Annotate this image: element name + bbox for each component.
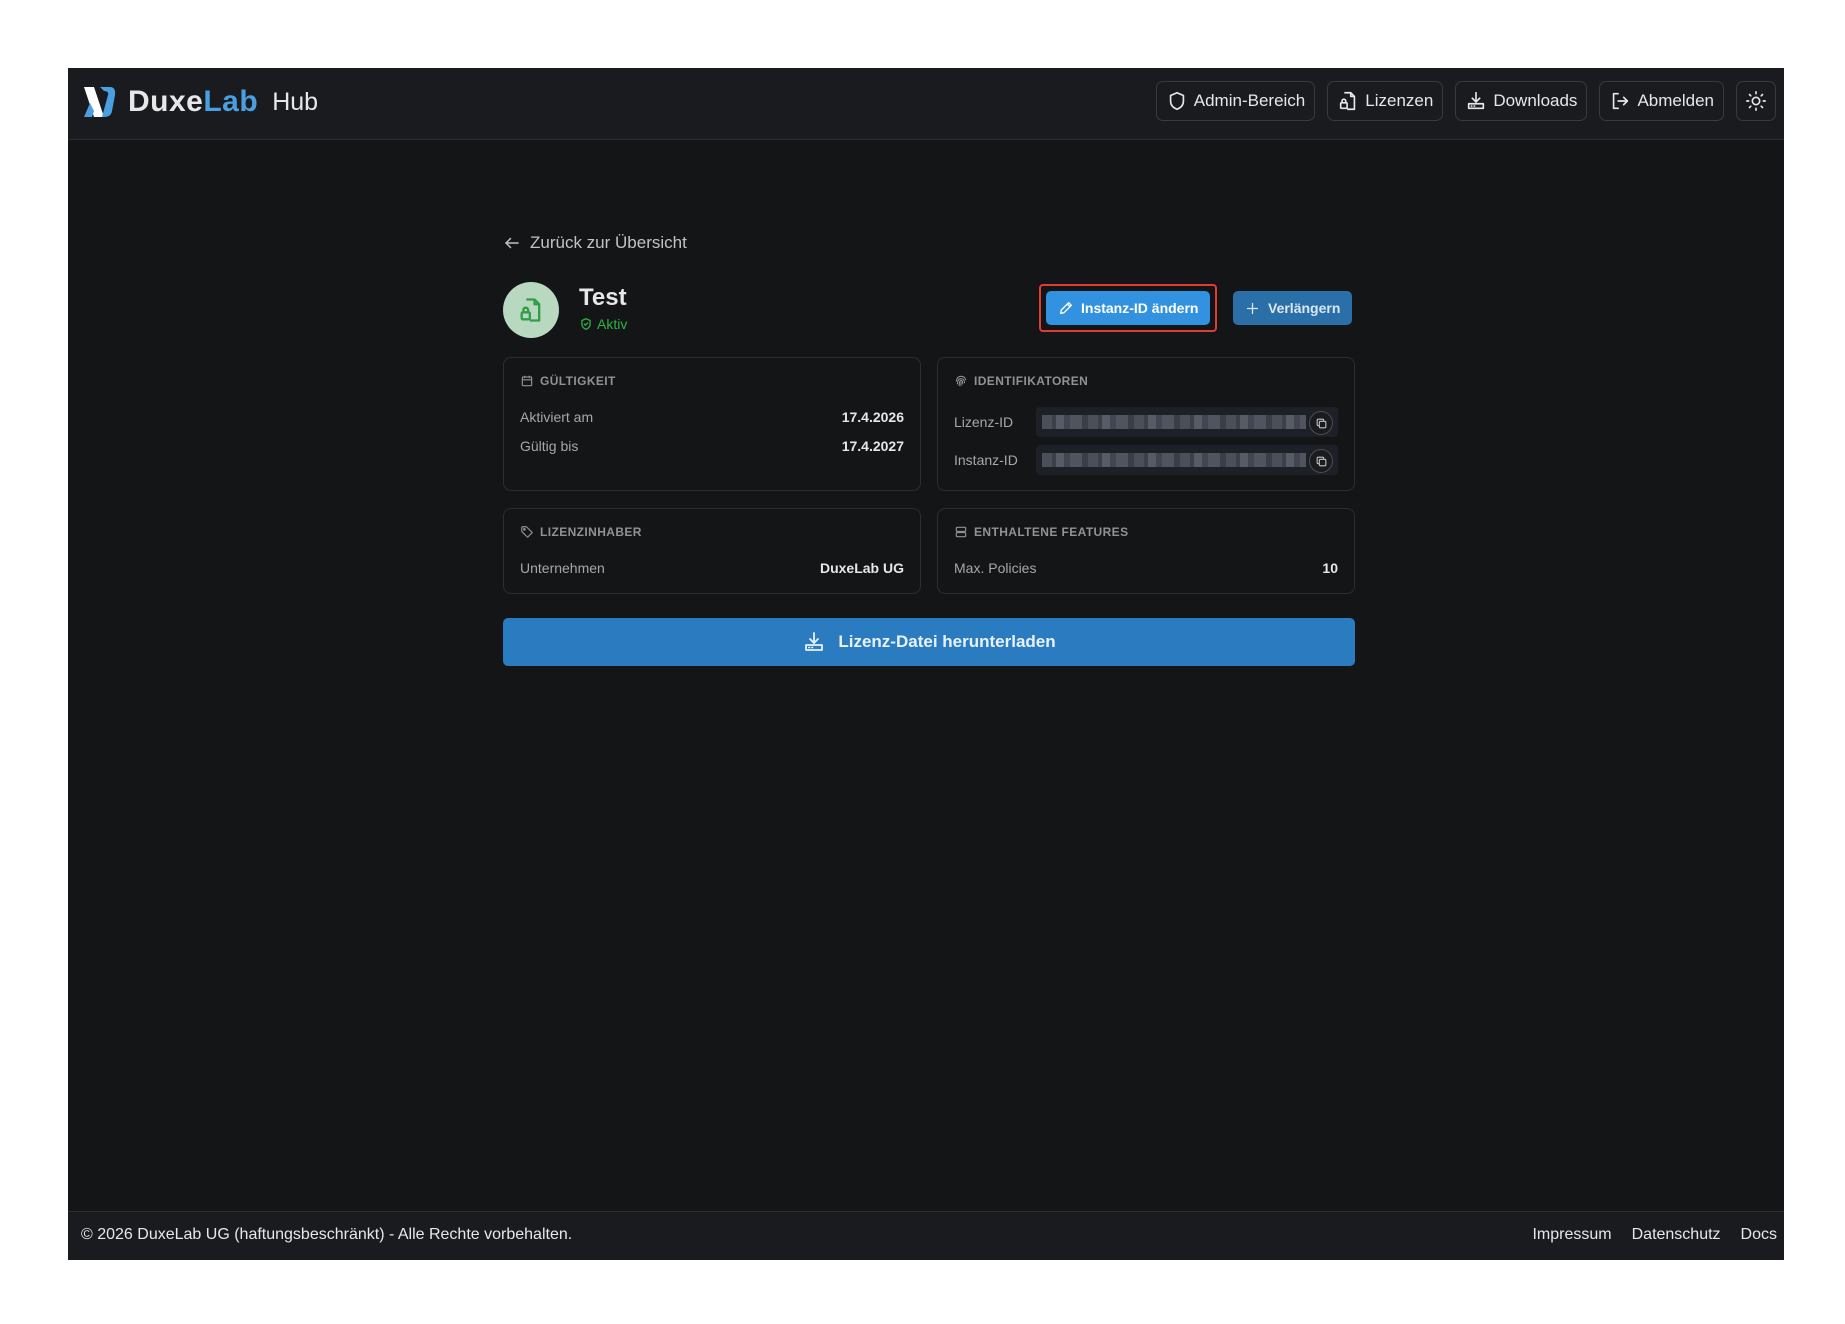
fingerprint-icon	[955, 375, 967, 387]
sun-icon	[1746, 91, 1766, 111]
admin-area-button[interactable]: Admin-Bereich	[1155, 81, 1316, 121]
brand[interactable]: DuxeLab Hub	[80, 82, 318, 122]
arrow-left-icon	[505, 237, 519, 249]
impressum-link[interactable]: Impressum	[1532, 1226, 1611, 1244]
activated-label: Aktiviert am	[520, 409, 594, 425]
logout-icon	[1613, 92, 1629, 110]
header-nav: Admin-Bereich Lizenzen Downloads Abmelde…	[1155, 81, 1776, 121]
license-avatar	[503, 282, 559, 338]
status-label: Aktiv	[597, 316, 628, 332]
calendar-icon	[521, 375, 533, 387]
license-id-field[interactable]	[1036, 407, 1338, 437]
downloads-label: Downloads	[1493, 91, 1578, 110]
downloads-button[interactable]: Downloads	[1455, 81, 1588, 121]
copy-icon	[1316, 456, 1326, 466]
duxelab-logo-icon	[84, 87, 116, 117]
brand-name: DuxeLab	[128, 85, 259, 118]
tag-icon	[521, 526, 533, 538]
change-instance-id-button[interactable]: Instanz-ID ändern	[1046, 291, 1211, 325]
copy-instance-id-button[interactable]	[1309, 449, 1333, 473]
license-file-icon	[520, 298, 541, 322]
activated-value: 17.4.2026	[841, 409, 904, 425]
plus-icon	[1246, 302, 1259, 314]
license-file-icon	[1340, 91, 1356, 111]
copy-license-id-button[interactable]	[1309, 411, 1333, 435]
identifiers-heading: Identifikatoren	[954, 374, 1088, 388]
license-header: Test Aktiv Instanz-ID ändern Verlängern	[503, 282, 1355, 340]
license-title: Test	[579, 284, 627, 311]
download-license-file-label: Lizenz-Datei herunterladen	[838, 632, 1056, 651]
download-license-file-button[interactable]: Lizenz-Datei herunterladen	[503, 618, 1355, 666]
valid-until-row: Gültig bis 17.4.2027	[520, 438, 904, 454]
license-id-row: Lizenz-ID	[954, 407, 1338, 437]
identifiers-card: Identifikatoren Lizenz-ID Instanz-ID	[937, 357, 1355, 491]
features-heading: Enthaltene Features	[954, 525, 1129, 539]
download-tray-icon	[1468, 91, 1485, 110]
licenses-label: Lizenzen	[1365, 91, 1434, 110]
holder-heading: Lizenzinhaber	[520, 525, 642, 539]
back-link-label: Zurück zur Übersicht	[530, 233, 687, 252]
footer: © 2026 DuxeLab UG (haftungsbeschränkt) -…	[68, 1211, 1784, 1260]
download-tray-icon	[805, 632, 824, 651]
change-instance-id-label: Instanz-ID ändern	[1081, 300, 1199, 316]
renew-button[interactable]: Verlängern	[1233, 291, 1353, 325]
holder-card: Lizenzinhaber Unternehmen DuxeLab UG	[503, 508, 921, 594]
renew-label: Verlängern	[1268, 300, 1341, 316]
valid-until-value: 17.4.2027	[841, 438, 904, 454]
copy-icon	[1316, 418, 1326, 428]
back-link[interactable]: Zurück zur Übersicht	[503, 233, 687, 253]
instance-id-label: Instanz-ID	[954, 452, 1018, 468]
copyright-text: © 2026 DuxeLab UG (haftungsbeschränkt) -…	[81, 1226, 573, 1243]
footer-links: Impressum Datenschutz Docs	[1532, 1226, 1777, 1244]
valid-until-label: Gültig bis	[520, 438, 579, 454]
brand-product: Hub	[272, 87, 319, 116]
license-id-label: Lizenz-ID	[954, 414, 1014, 430]
pencil-icon	[1060, 302, 1072, 314]
validity-heading: Gültigkeit	[520, 374, 616, 388]
company-value: DuxeLab UG	[819, 560, 904, 576]
instance-id-row: Instanz-ID	[954, 445, 1338, 475]
max-policies-label: Max. Policies	[954, 560, 1037, 576]
shield-check-icon	[581, 318, 591, 330]
theme-toggle-button[interactable]	[1736, 81, 1776, 121]
license-id-redacted	[1042, 415, 1306, 429]
logout-button[interactable]: Abmelden	[1599, 81, 1724, 121]
logout-label: Abmelden	[1637, 91, 1714, 110]
licenses-button[interactable]: Lizenzen	[1327, 81, 1444, 121]
server-icon	[955, 526, 967, 538]
company-label: Unternehmen	[520, 560, 605, 576]
top-header: DuxeLab Hub Admin-Bereich Lizenzen Downl…	[68, 68, 1784, 140]
datenschutz-link[interactable]: Datenschutz	[1632, 1226, 1721, 1244]
app-window: DuxeLab Hub Admin-Bereich Lizenzen Downl…	[68, 68, 1784, 1260]
instance-id-redacted	[1042, 453, 1306, 467]
features-card: Enthaltene Features Max. Policies 10	[937, 508, 1355, 594]
docs-link[interactable]: Docs	[1741, 1226, 1777, 1244]
shield-icon	[1169, 91, 1185, 111]
max-policies-row: Max. Policies 10	[954, 560, 1338, 576]
validity-card: Gültigkeit Aktiviert am 17.4.2026 Gültig…	[503, 357, 921, 491]
status-badge: Aktiv	[579, 316, 627, 332]
activated-row: Aktiviert am 17.4.2026	[520, 409, 904, 425]
max-policies-value: 10	[1322, 560, 1338, 576]
highlight-outline: Instanz-ID ändern	[1039, 284, 1218, 332]
instance-id-field[interactable]	[1036, 445, 1338, 475]
company-row: Unternehmen DuxeLab UG	[520, 560, 904, 576]
admin-area-label: Admin-Bereich	[1193, 91, 1306, 110]
